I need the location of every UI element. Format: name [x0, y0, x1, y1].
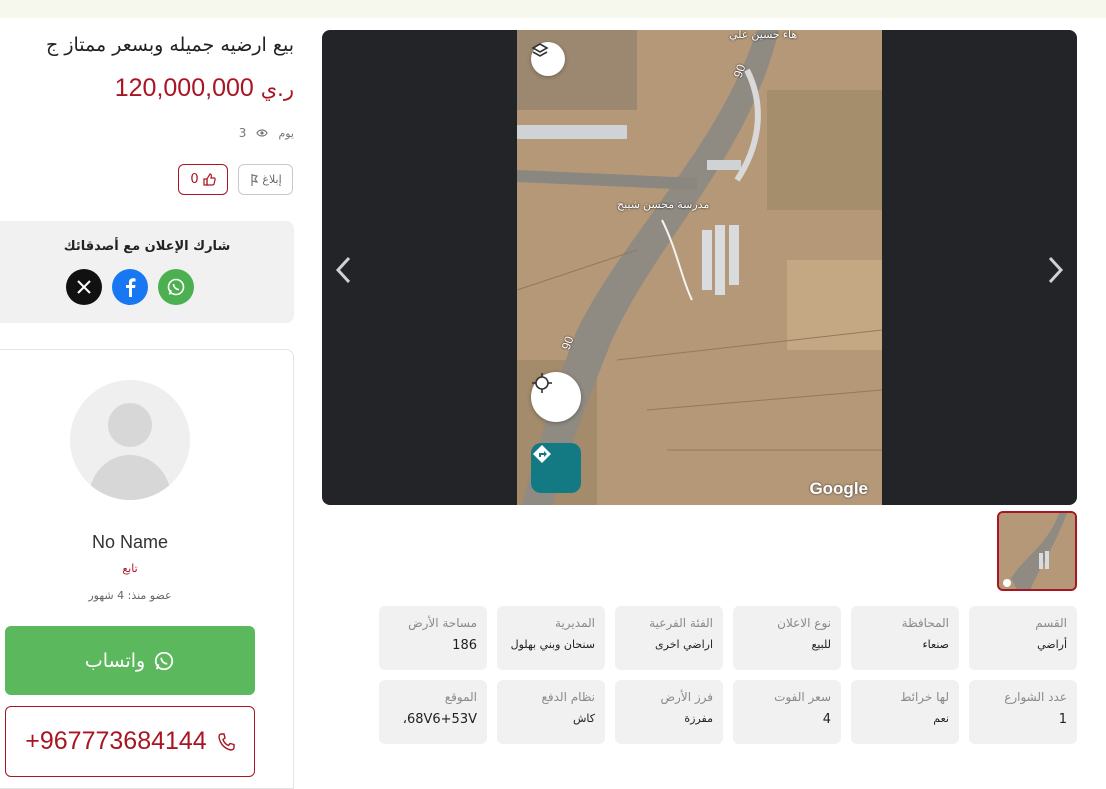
whatsapp-button[interactable]: واتساب	[5, 626, 255, 695]
like-button[interactable]: 0	[178, 164, 228, 195]
map-place-label: مدرسة محسن شيبح	[617, 199, 710, 211]
avatar	[70, 380, 190, 500]
chevron-left-icon	[335, 256, 351, 284]
phone-icon	[218, 732, 235, 751]
attribute-label: نظام الدفع	[541, 690, 596, 704]
attribute-label: المديرية	[555, 616, 595, 630]
attribute-card: الفئة الفرعية اراضي اخرى	[615, 606, 723, 670]
seller-card: No Name تابع عضو منذ: 4 شهور واتساب +967…	[0, 349, 294, 789]
member-since: عضو منذ: 4 شهور	[88, 589, 172, 602]
map-image[interactable]: هاء حسين علي 90 مدرسة محسن شيبح 90 Googl…	[517, 30, 882, 505]
facebook-icon	[126, 278, 136, 297]
gallery-prev-arrow[interactable]	[328, 255, 358, 285]
attribute-label: سعر الفوت	[774, 690, 831, 704]
views-unit: يوم	[278, 126, 294, 140]
views-counter: 3 يوم	[200, 126, 294, 140]
views-count: 3	[238, 126, 247, 140]
whatsapp-icon	[167, 278, 185, 296]
attribute-value: نعم	[933, 712, 949, 725]
attribute-value: 1	[1058, 712, 1067, 727]
attribute-value: صنعاء	[922, 638, 950, 651]
report-label: إبلاغ	[262, 173, 282, 186]
listing-attributes: القسم أراضي المحافظة صنعاء نوع الاعلان للبي…	[379, 606, 1077, 744]
attribute-label: الموقع	[444, 690, 477, 704]
attribute-card: عدد الشوارع 1	[969, 680, 1077, 744]
price-currency: ر.ي	[260, 77, 294, 101]
attribute-card: مساحة الأرض 186	[379, 606, 487, 670]
like-count: 0	[190, 172, 199, 187]
listing-title: بيع ارضيه جميله وبسعر ممتاز ج	[46, 34, 294, 56]
x-icon	[77, 280, 91, 294]
attribute-card: القسم أراضي	[969, 606, 1077, 670]
whatsapp-icon	[155, 651, 174, 670]
seller-name: No Name	[91, 532, 169, 552]
whatsapp-label: واتساب	[84, 649, 146, 672]
attribute-value: 4	[822, 712, 831, 727]
call-button[interactable]: +967773684144	[5, 706, 255, 777]
google-logo: Google	[809, 479, 868, 498]
attribute-value: أراضي	[1037, 638, 1067, 651]
attribute-label: المحافظة	[901, 616, 949, 630]
listing-actions: 0 إبلاغ	[178, 164, 293, 195]
flag-icon	[251, 173, 259, 186]
thumbnail-image	[999, 513, 1075, 589]
attribute-card: فرز الأرض مفرزة	[615, 680, 723, 744]
attribute-value: للبيع	[811, 638, 832, 651]
map-top-label: هاء حسين علي	[729, 30, 798, 41]
price-value: 120,000,000	[114, 74, 254, 102]
report-button[interactable]: إبلاغ	[238, 164, 293, 195]
share-title: شارك الإعلان مع أصدقائك	[63, 239, 231, 254]
attribute-value: 68V6+53V،	[402, 712, 477, 727]
map-locate-button[interactable]	[531, 372, 581, 422]
gallery-thumbnail[interactable]	[997, 511, 1077, 591]
chevron-right-icon	[1048, 256, 1064, 284]
whatsapp-share-button[interactable]	[158, 269, 194, 305]
attribute-card: سعر الفوت 4	[733, 680, 841, 744]
directions-icon	[533, 445, 551, 463]
attribute-label: نوع الاعلان	[777, 616, 831, 630]
attribute-label: مساحة الأرض	[408, 616, 477, 630]
user-placeholder-icon	[88, 403, 172, 500]
attribute-label: القسم	[1035, 616, 1067, 630]
attribute-value: كاش	[572, 712, 595, 725]
image-gallery[interactable]: هاء حسين علي 90 مدرسة محسن شيبح 90 Googl…	[322, 30, 1077, 505]
map-layers-button[interactable]	[531, 42, 565, 76]
top-banner-strip	[0, 0, 1106, 18]
facebook-share-button[interactable]	[112, 269, 148, 305]
share-box: شارك الإعلان مع أصدقائك	[0, 221, 294, 323]
x-share-button[interactable]	[66, 269, 102, 305]
listing-price: 120,000,000 ر.ي	[0, 74, 294, 103]
attribute-value: اراضي اخرى	[655, 638, 713, 651]
map-directions-button[interactable]	[531, 443, 581, 493]
attribute-label: لها خرائط	[900, 690, 949, 704]
crosshair-icon	[532, 373, 552, 393]
attribute-value: 186	[452, 638, 477, 653]
layers-icon	[531, 43, 549, 57]
thumbs-up-icon	[203, 173, 216, 186]
attribute-label: عدد الشوارع	[1004, 690, 1067, 704]
attribute-value: مفرزة	[684, 712, 713, 725]
attribute-label: الفئة الفرعية	[649, 616, 713, 630]
share-icons	[66, 269, 194, 305]
attribute-card: نوع الاعلان للبيع	[733, 606, 841, 670]
attribute-card: المديرية سنحان وبني بهلول	[497, 606, 605, 670]
attribute-card: المحافظة صنعاء	[851, 606, 959, 670]
attribute-card: نظام الدفع كاش	[497, 680, 605, 744]
attribute-value: سنحان وبني بهلول	[510, 638, 595, 651]
satellite-terrain	[517, 30, 882, 505]
phone-number: +967773684144	[25, 727, 207, 755]
gallery-next-arrow[interactable]	[1041, 255, 1071, 285]
seller-role[interactable]: تابع	[0, 562, 260, 575]
attribute-card: الموقع 68V6+53V،	[379, 680, 487, 744]
attribute-card: لها خرائط نعم	[851, 680, 959, 744]
eye-icon	[256, 129, 269, 137]
attribute-label: فرز الأرض	[660, 690, 713, 704]
